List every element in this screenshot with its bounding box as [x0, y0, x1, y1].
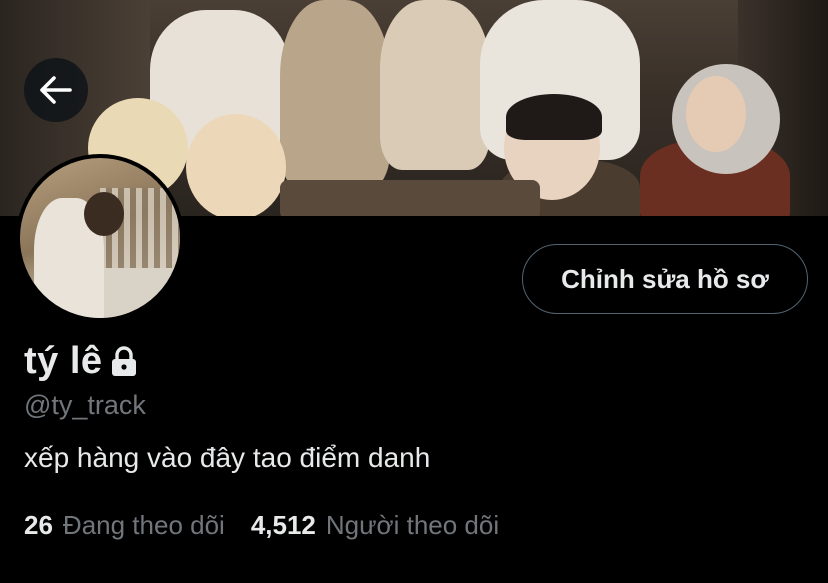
following-label: Đang theo dõi	[62, 510, 225, 540]
banner-hair	[506, 94, 602, 140]
display-name: tý lê	[24, 340, 103, 382]
followers-label: Người theo dõi	[325, 510, 500, 540]
avatar-counter	[90, 268, 180, 318]
banner-figure	[380, 0, 490, 170]
profile-avatar[interactable]	[16, 154, 184, 322]
banner-figure	[280, 0, 390, 190]
avatar-head	[84, 192, 124, 236]
handle: @ty_track	[24, 390, 146, 420]
banner-face	[186, 114, 286, 216]
follow-stats: 26 Đang theo dõi 4,512 Người theo dõi	[24, 510, 525, 541]
banner-face	[686, 76, 746, 152]
bio: xếp hàng vào đây tao điểm danh	[24, 442, 431, 473]
followers-link[interactable]: 4,512 Người theo dõi	[251, 510, 499, 541]
banner-table	[280, 180, 540, 216]
back-button[interactable]	[24, 58, 88, 122]
following-count: 26	[24, 510, 53, 540]
edit-profile-button[interactable]: Chỉnh sửa hồ sơ	[522, 244, 808, 314]
arrow-left-icon	[40, 76, 72, 104]
following-link[interactable]: 26 Đang theo dõi	[24, 510, 225, 541]
lock-icon	[109, 345, 139, 382]
name-row: tý lê	[24, 340, 139, 383]
followers-count: 4,512	[250, 510, 316, 540]
